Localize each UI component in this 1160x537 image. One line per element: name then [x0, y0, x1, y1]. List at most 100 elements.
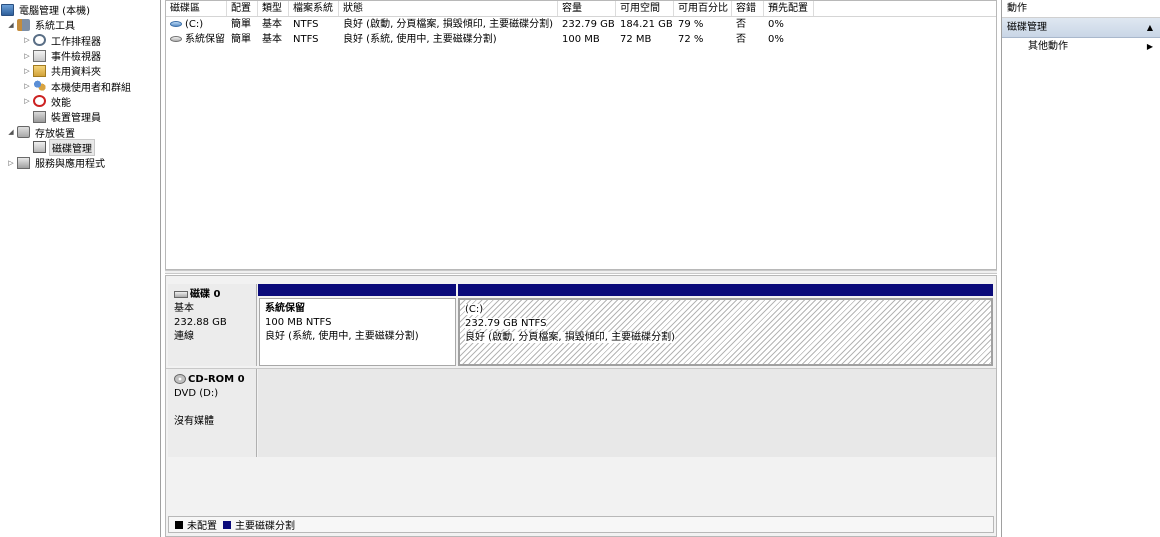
collapse-arrow-icon[interactable]: ◢ — [6, 128, 16, 136]
tree-node-storage[interactable]: ◢ 存放裝置 — [0, 124, 160, 140]
legend-unallocated: 未配置 — [187, 521, 217, 532]
table-cell: 簡單 — [231, 34, 251, 45]
partition-system-reserved[interactable]: 系統保留 100 MB NTFS 良好 (系統, 使用中, 主要磁碟分割) — [259, 298, 456, 366]
disk-management-pane: 磁碟區 配置 類型 檔案系統 狀態 容量 可用空間 可用百分比 容錯 預先配置 … — [165, 0, 997, 537]
tree-node-performance[interactable]: ▷ 效能 — [0, 94, 160, 109]
column-header-capacity[interactable]: 容量 — [558, 1, 616, 16]
tree-node-task-scheduler[interactable]: ▷ 工作排程器 — [0, 33, 160, 48]
table-cell: 0% — [768, 34, 784, 45]
volume-name: (C:) — [185, 19, 204, 30]
table-cell: 良好 (啟動, 分頁檔案, 損毀傾印, 主要磁碟分割) — [343, 19, 554, 30]
more-actions-item[interactable]: 其他動作 ▶ — [1002, 38, 1160, 56]
actions-section-disk-management[interactable]: 磁碟管理 ▲ — [1002, 18, 1160, 38]
legend-primary: 主要磁碟分割 — [235, 521, 295, 532]
volume-name-cell: (C:) — [166, 17, 227, 32]
tree-node-computer-management[interactable]: 電腦管理 (本機) — [0, 2, 160, 17]
collapse-up-icon[interactable]: ▲ — [1147, 18, 1153, 37]
disk-0-label[interactable]: 磁碟 0 基本 232.88 GB 連線 — [168, 284, 257, 366]
actions-section-label: 磁碟管理 — [1007, 22, 1047, 33]
tree-node-local-users[interactable]: ▷ 本機使用者和群組 — [0, 78, 160, 94]
table-row[interactable]: (C:) 簡單 基本 NTFS 良好 (啟動, 分頁檔案, 損毀傾印, 主要磁碟… — [166, 17, 996, 32]
table-cell: 100 MB — [562, 34, 600, 45]
expand-arrow-icon[interactable]: ▷ — [22, 67, 32, 75]
computer-management-icon — [1, 3, 14, 16]
disk-type: 基本 — [174, 303, 194, 314]
partition-size: 232.79 GB NTFS — [465, 318, 547, 329]
tree-label: 服務與應用程式 — [35, 159, 105, 171]
column-header-status[interactable]: 狀態 — [339, 1, 558, 16]
table-cell: 否 — [736, 19, 746, 30]
table-cell: 184.21 GB — [620, 19, 673, 30]
disk-status: 連線 — [174, 331, 194, 342]
partition-size: 100 MB NTFS — [265, 317, 332, 328]
column-header-layout[interactable]: 配置 — [227, 1, 258, 16]
cdrom-0-label[interactable]: CD-ROM 0 DVD (D:) 沒有媒體 — [168, 369, 257, 457]
partition-name: 系統保留 — [265, 303, 305, 314]
table-cell: 79 % — [678, 19, 704, 30]
primary-partition-swatch — [223, 520, 231, 529]
table-row[interactable]: 系統保留 簡單 基本 NTFS 良好 (系統, 使用中, 主要磁碟分割) 100… — [166, 32, 996, 47]
table-cell: 72 MB — [620, 34, 652, 45]
tree-label: 存放裝置 — [35, 128, 75, 140]
table-cell: 良好 (系統, 使用中, 主要磁碟分割) — [343, 34, 497, 45]
users-icon — [33, 80, 46, 93]
event-viewer-icon — [33, 49, 46, 62]
column-header-volume[interactable]: 磁碟區 — [166, 1, 227, 16]
tree-label: 本機使用者和群組 — [51, 82, 131, 94]
tree-node-disk-management[interactable]: 磁碟管理 — [0, 138, 160, 156]
tree-node-system-tools[interactable]: ◢ 系統工具 — [0, 17, 160, 32]
tree-label: 事件檢視器 — [51, 52, 101, 64]
cdrom-status: 沒有媒體 — [174, 416, 214, 427]
shared-folder-icon — [33, 64, 46, 77]
table-cell: 基本 — [262, 34, 282, 45]
column-header-fault-tolerance[interactable]: 容錯 — [732, 1, 764, 16]
table-cell: 72 % — [678, 34, 704, 45]
tree-label: 效能 — [51, 97, 71, 109]
column-header-percent-free[interactable]: 可用百分比 — [674, 1, 732, 16]
volume-icon — [170, 21, 182, 27]
hard-disk-icon — [174, 290, 188, 298]
performance-icon — [33, 95, 46, 108]
column-header-file-system[interactable]: 檔案系統 — [289, 1, 339, 16]
actions-header: 動作 — [1002, 0, 1160, 18]
pane-splitter[interactable] — [165, 270, 997, 274]
table-cell: NTFS — [293, 34, 319, 45]
table-cell: 否 — [736, 34, 746, 45]
partition-status: 良好 (啟動, 分頁檔案, 損毀傾印, 主要磁碟分割) — [465, 332, 676, 343]
tree-node-services[interactable]: ▷ 服務與應用程式 — [0, 155, 160, 170]
tree-label: 電腦管理 (本機) — [19, 6, 90, 18]
collapse-arrow-icon[interactable]: ◢ — [6, 21, 16, 29]
cdrom-name: CD-ROM 0 — [188, 374, 245, 385]
expand-arrow-icon[interactable]: ▷ — [22, 97, 32, 105]
volume-name-cell: 系統保留 — [166, 32, 227, 47]
tree-label: 系統工具 — [35, 21, 75, 33]
actions-pane: 動作 磁碟管理 ▲ 其他動作 ▶ — [1001, 0, 1160, 537]
cdrom-drive: DVD (D:) — [174, 388, 219, 399]
tree-node-device-manager[interactable]: 裝置管理員 — [0, 109, 160, 124]
column-header-type[interactable]: 類型 — [258, 1, 289, 16]
disk-0-row: 磁碟 0 基本 232.88 GB 連線 系統保留 100 MB NTFS 良好… — [166, 284, 996, 366]
tree-label: 工作排程器 — [51, 36, 101, 48]
disk-graphical-view: 磁碟 0 基本 232.88 GB 連線 系統保留 100 MB NTFS 良好… — [165, 275, 997, 537]
primary-partition-bar — [258, 284, 456, 296]
cdrom-0-row: CD-ROM 0 DVD (D:) 沒有媒體 — [166, 368, 996, 457]
tree-label: 磁碟管理 — [49, 138, 95, 156]
device-manager-icon — [33, 110, 46, 123]
expand-arrow-icon[interactable]: ▷ — [22, 82, 32, 90]
tree-node-shared-folders[interactable]: ▷ 共用資料夾 — [0, 63, 160, 78]
disk-size: 232.88 GB — [174, 317, 227, 328]
expand-arrow-icon[interactable]: ▷ — [22, 36, 32, 44]
expand-arrow-icon[interactable]: ▷ — [6, 159, 16, 167]
volume-name: 系統保留 — [185, 34, 225, 45]
unallocated-swatch — [175, 520, 183, 529]
expand-arrow-icon[interactable]: ▷ — [22, 52, 32, 60]
partition-c-drive[interactable]: (C:) 232.79 GB NTFS 良好 (啟動, 分頁檔案, 損毀傾印, … — [458, 298, 993, 366]
column-header-free-space[interactable]: 可用空間 — [616, 1, 674, 16]
tree-node-event-viewer[interactable]: ▷ 事件檢視器 — [0, 48, 160, 63]
table-cell: 0% — [768, 19, 784, 30]
disk-management-icon — [33, 141, 46, 154]
column-header-overhead[interactable]: 預先配置 — [764, 1, 814, 16]
more-actions-label: 其他動作 — [1028, 41, 1068, 52]
table-cell: NTFS — [293, 19, 319, 30]
clock-icon — [33, 34, 46, 47]
